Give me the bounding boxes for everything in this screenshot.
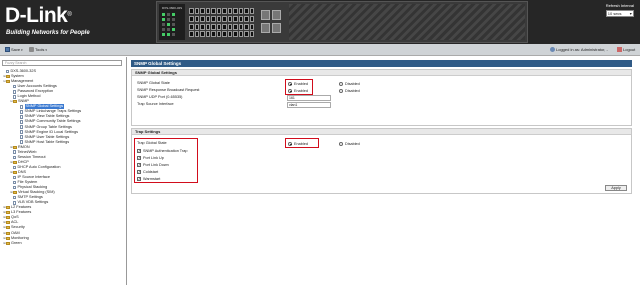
page-icon xyxy=(13,155,16,160)
snmp-udp-port-input[interactable]: 161 xyxy=(287,94,331,101)
sfp-ports[interactable] xyxy=(261,10,283,34)
highlight-box-trap-options xyxy=(134,138,198,183)
folder-icon xyxy=(6,216,10,220)
chevron-down-icon: ▾ xyxy=(45,47,47,52)
page-icon xyxy=(13,175,16,180)
page-icon xyxy=(20,135,23,139)
folder-icon xyxy=(13,191,17,195)
menu-bar: Save ▾ Tools ▾ Logged in as: Administrat… xyxy=(0,44,640,56)
save-menu[interactable]: Save ▾ xyxy=(5,47,23,52)
page-icon xyxy=(20,125,23,129)
sidebar-item-label: Green xyxy=(11,240,22,245)
folder-icon xyxy=(13,100,17,104)
page-title: SNMP Global Settings xyxy=(131,60,632,67)
page-icon xyxy=(13,185,16,190)
chevron-down-icon: ▾ xyxy=(629,11,632,16)
folder-icon xyxy=(6,226,10,230)
page-icon xyxy=(13,195,16,200)
folder-icon xyxy=(6,221,10,225)
folder-icon xyxy=(6,80,10,84)
dlink-logo: D-Link® xyxy=(5,4,72,27)
logged-in-user: Logged in as: Administrator, - xyxy=(550,47,608,52)
panel-heading: SNMP Global Settings xyxy=(132,70,631,76)
snmp-response-broadcast-label: SNMP Response Broadcast Request xyxy=(137,88,200,92)
folder-icon xyxy=(6,241,10,245)
page-icon xyxy=(13,165,16,170)
logout-link[interactable]: Logout xyxy=(617,47,635,52)
folder-icon xyxy=(13,145,17,149)
page-icon xyxy=(6,69,9,74)
switch-faceplate xyxy=(289,4,525,40)
switch-front-panel: DXS-3600-32S xyxy=(156,1,528,43)
tools-menu[interactable]: Tools ▾ xyxy=(29,47,47,52)
folder-icon xyxy=(6,75,10,79)
status-leds xyxy=(162,13,182,38)
trap-disabled-radio[interactable]: Disabled xyxy=(339,141,360,146)
tools-icon xyxy=(29,47,34,52)
page-icon xyxy=(13,200,16,205)
page-icon xyxy=(13,150,16,155)
save-icon xyxy=(5,47,10,52)
brand-tagline: Building Networks for People xyxy=(6,30,90,36)
refresh-interval: Refresh Interval 10 secs ▾ xyxy=(605,3,634,17)
page-icon xyxy=(20,130,23,134)
folder-icon xyxy=(13,170,17,174)
trap-source-interface-input[interactable]: vlan1 xyxy=(287,101,331,108)
user-icon xyxy=(550,47,555,52)
switch-ports[interactable] xyxy=(189,8,255,38)
highlight-box-global xyxy=(285,79,313,95)
page-icon xyxy=(13,94,16,99)
snmp-global-state-label: SNMP Global State xyxy=(137,81,170,85)
device-model: DXS-3600-32S xyxy=(162,6,183,10)
folder-icon xyxy=(6,231,10,235)
snmp-global-panel: SNMP Global Settings SNMP Global State S… xyxy=(131,69,632,126)
page-icon xyxy=(20,120,23,124)
trap-settings-panel: Trap Settings Trap Global State Enabled … xyxy=(131,128,632,194)
chevron-down-icon: ▾ xyxy=(21,47,23,52)
sidebar-item-label: SNMP Host Table Settings xyxy=(24,139,70,144)
page-icon xyxy=(20,140,23,144)
page-icon xyxy=(13,89,16,94)
page-icon xyxy=(20,115,23,119)
page-icon xyxy=(20,105,23,109)
panel-heading: Trap Settings xyxy=(132,129,631,135)
logout-icon xyxy=(617,47,622,52)
snmp-udp-port-label: SNMP UDP Port (0-65535) xyxy=(137,95,183,99)
refresh-interval-label: Refresh Interval xyxy=(605,3,634,8)
folder-icon xyxy=(13,160,17,164)
snmp-state-disabled-radio[interactable]: Disabled xyxy=(339,81,360,86)
highlight-box-trap-state xyxy=(285,138,319,148)
folder-icon xyxy=(6,206,10,210)
folder-icon xyxy=(6,236,10,240)
trap-source-interface-label: Trap Source Interface xyxy=(137,102,174,106)
folder-icon xyxy=(6,211,10,215)
page-icon xyxy=(20,110,23,114)
page-icon xyxy=(13,84,16,89)
switch-status-panel: DXS-3600-32S xyxy=(159,4,185,40)
page-icon xyxy=(13,180,16,185)
apply-button[interactable]: Apply xyxy=(605,185,627,191)
navigation-tree: Fuzzy Search DXS-3600-32S ⊞ System ⊟ Managem… xyxy=(0,57,127,285)
main-content: SNMP Global Settings SNMP Global Setting… xyxy=(128,57,640,285)
search-input[interactable]: Fuzzy Search xyxy=(2,60,122,66)
tree-list: DXS-3600-32S ⊞ System ⊟ Management User Accou… xyxy=(0,69,126,246)
header-banner: D-Link® Building Networks for People DXS… xyxy=(0,0,640,44)
broadcast-disabled-radio[interactable]: Disabled xyxy=(339,88,360,93)
sidebar-item[interactable]: ⊞ Green xyxy=(0,241,126,246)
refresh-interval-select[interactable]: 10 secs ▾ xyxy=(605,10,634,17)
